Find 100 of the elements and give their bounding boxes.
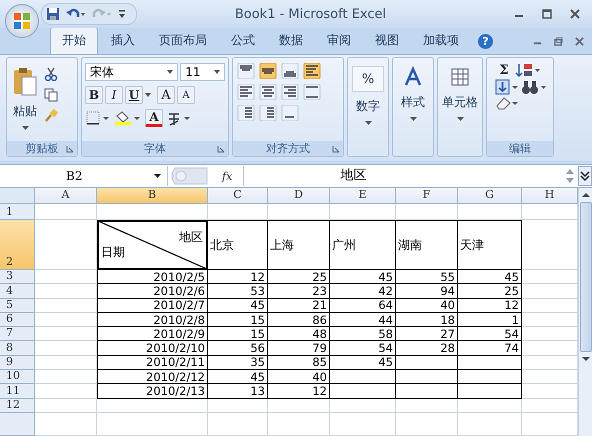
styles-button[interactable]: 样式: [393, 58, 433, 156]
table-cell: 湖南: [396, 220, 458, 270]
brush-icon[interactable]: [44, 109, 58, 123]
row-header[interactable]: 8: [0, 341, 35, 356]
empty-cell: [458, 398, 522, 413]
dialog-launcher-icon[interactable]: [66, 145, 74, 153]
ribbon-tab[interactable]: 插入: [100, 28, 146, 54]
font-size-field[interactable]: 11: [180, 63, 225, 81]
table-cell: 28: [396, 341, 458, 356]
group-label: 对齐方式: [266, 141, 310, 156]
eraser-icon[interactable]: [495, 95, 519, 111]
table-cell: 15: [208, 312, 268, 328]
sort-icon[interactable]: [515, 62, 541, 78]
font-color-button[interactable]: A: [145, 109, 163, 127]
diagonal-header-cell[interactable]: 地区 日期: [97, 220, 208, 270]
font-name-field[interactable]: 宋体: [85, 63, 178, 81]
bold-button[interactable]: B: [85, 86, 103, 104]
empty-cell: [396, 370, 458, 384]
table-cell: 45: [208, 298, 268, 313]
row-header[interactable]: 2: [0, 220, 35, 270]
row-header[interactable]: 5: [0, 298, 35, 313]
expand-icon[interactable]: [578, 166, 592, 186]
paste-button[interactable]: 粘贴: [10, 61, 40, 138]
orientation-align-icon[interactable]: [280, 105, 300, 121]
close-icon[interactable]: [570, 9, 580, 19]
formula-field[interactable]: 地区: [243, 166, 562, 186]
row-header[interactable]: 1: [0, 204, 35, 220]
bottom-align-icon[interactable]: [280, 63, 300, 79]
vertical-scrollbar[interactable]: [578, 188, 592, 436]
underline-button[interactable]: U: [125, 86, 143, 104]
table-cell: 58: [330, 327, 396, 342]
fill-color-icon[interactable]: [113, 110, 143, 126]
ribbon-tab[interactable]: 页面布局: [148, 28, 218, 54]
fill-down-icon[interactable]: [495, 79, 519, 95]
table-cell: 79: [268, 341, 330, 356]
office-button[interactable]: [5, 4, 39, 38]
table-cell: 广州: [330, 220, 396, 270]
wrap-align-icon[interactable]: [302, 63, 322, 79]
column-header[interactable]: G: [458, 188, 522, 204]
ribbon-tab[interactable]: 加载项: [412, 28, 470, 54]
caret-icon: [167, 70, 174, 74]
caret-icon: [214, 70, 220, 74]
table-cell: 1: [458, 312, 522, 328]
insert-function-button[interactable]: fx: [214, 170, 240, 182]
row-header[interactable]: 10: [0, 370, 35, 384]
scissors-icon[interactable]: [44, 67, 58, 81]
italic-button[interactable]: I: [105, 86, 123, 104]
middle-align-icon[interactable]: [258, 63, 278, 79]
column-header[interactable]: F: [396, 188, 458, 204]
dialog-launcher-icon[interactable]: [332, 145, 340, 153]
ribbon-tab[interactable]: 审阅: [316, 28, 362, 54]
row-header[interactable]: 9: [0, 356, 35, 370]
column-header[interactable]: A: [35, 188, 97, 204]
column-header[interactable]: C: [208, 188, 268, 204]
maximize-icon[interactable]: [542, 9, 552, 19]
row-header[interactable]: 6: [0, 312, 35, 328]
top-align-icon[interactable]: [236, 63, 256, 79]
ribbon-tab[interactable]: 数据: [268, 28, 314, 54]
row-header[interactable]: 3: [0, 270, 35, 284]
row-header[interactable]: 12: [0, 398, 35, 413]
row-header[interactable]: 11: [0, 384, 35, 399]
empty-cell: [458, 204, 522, 220]
cells-button[interactable]: 单元格: [438, 58, 482, 156]
customize-caret-icon[interactable]: [118, 9, 126, 19]
autosum-button[interactable]: Σ: [495, 61, 513, 79]
binoculars-icon[interactable]: [521, 79, 547, 95]
right-align-icon[interactable]: [280, 84, 300, 100]
dialog-launcher-icon[interactable]: [217, 145, 225, 153]
table-cell: 94: [396, 284, 458, 299]
ribbon-tab[interactable]: 开始: [50, 27, 98, 54]
empty-cell: [330, 398, 396, 413]
window-title: Book1 - Microsoft Excel: [234, 6, 388, 22]
ribbon-tab[interactable]: 视图: [364, 28, 410, 54]
empty-cell: [330, 204, 396, 220]
table-cell: 2010/2/9: [97, 327, 208, 342]
left-align-icon[interactable]: [236, 84, 256, 100]
center-align-icon[interactable]: [258, 84, 278, 100]
table-cell: 25: [458, 284, 522, 299]
column-header[interactable]: B: [97, 188, 208, 204]
close-icon[interactable]: [575, 37, 584, 46]
caret-icon[interactable]: [145, 93, 151, 97]
indent-align-icon[interactable]: [258, 105, 278, 121]
outdent-align-icon[interactable]: [236, 105, 256, 121]
grow-font-button[interactable]: A: [157, 86, 175, 104]
borders-icon[interactable]: [85, 110, 111, 126]
ribbon-tab[interactable]: 公式: [220, 28, 266, 54]
column-header[interactable]: D: [268, 188, 330, 204]
copy-icon[interactable]: [44, 88, 58, 102]
restore-icon[interactable]: [554, 37, 563, 46]
row-header[interactable]: 7: [0, 327, 35, 342]
shrink-font-button[interactable]: A: [177, 86, 195, 104]
number-button[interactable]: % 数字: [348, 58, 388, 156]
column-header[interactable]: H: [522, 188, 578, 204]
help-button[interactable]: ?: [478, 34, 493, 49]
name-box[interactable]: B2: [0, 166, 168, 186]
scroll-thumb[interactable]: [580, 202, 592, 352]
column-header[interactable]: E: [330, 188, 396, 204]
save-icon[interactable]: [46, 7, 60, 21]
row-header[interactable]: 4: [0, 284, 35, 299]
merge-align-icon[interactable]: [302, 84, 322, 100]
